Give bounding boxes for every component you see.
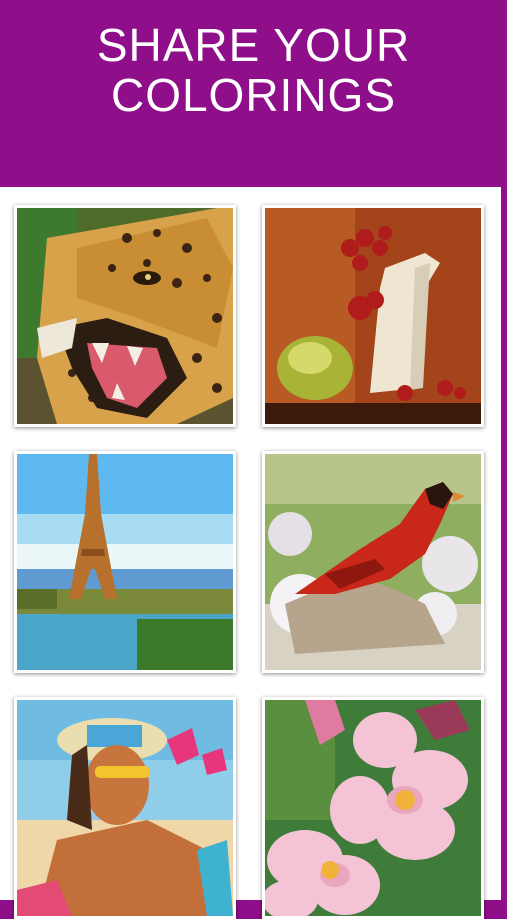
gallery-item-eiffel-tower[interactable] [14, 451, 236, 673]
gallery-item-cardinal[interactable] [262, 451, 484, 673]
gallery-item-pink-flowers[interactable] [262, 697, 484, 919]
right-edge-border [501, 187, 507, 900]
still-life-image [265, 208, 481, 424]
gallery-item-beach-woman[interactable] [14, 697, 236, 919]
beach-woman-image [17, 700, 233, 916]
gallery-item-leopard[interactable] [14, 205, 236, 427]
eiffel-tower-image [17, 454, 233, 670]
app-header: SHARE YOUR COLORINGS [0, 0, 507, 187]
header-title-line2: COLORINGS [110, 69, 397, 121]
gallery-grid [0, 187, 501, 919]
cardinal-image [265, 454, 481, 670]
pink-flowers-image [265, 700, 481, 916]
header-title-line1: SHARE YOUR [96, 19, 411, 71]
gallery-item-still-life[interactable] [262, 205, 484, 427]
leopard-image [17, 208, 233, 424]
